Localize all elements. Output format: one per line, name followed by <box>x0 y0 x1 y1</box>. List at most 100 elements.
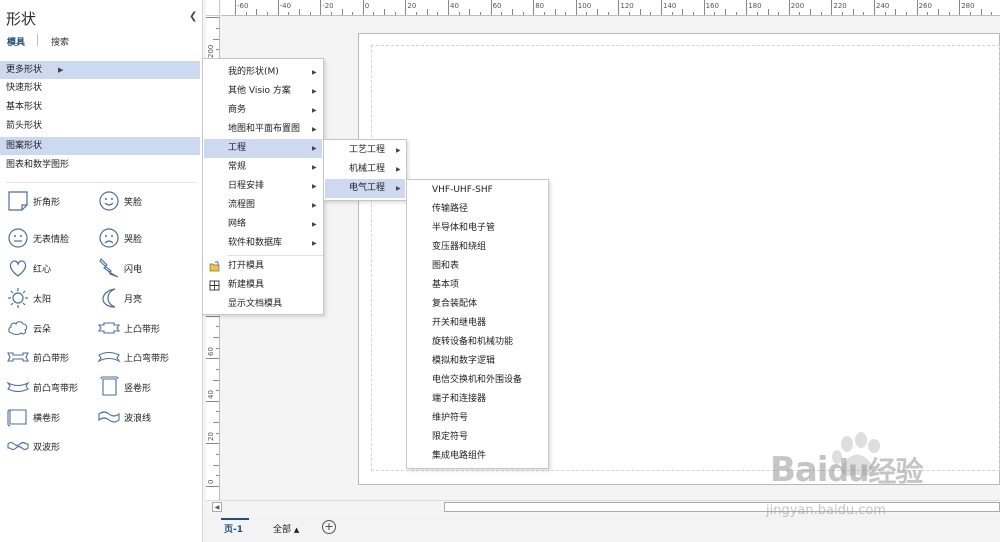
watermark-text: Baidu经验 <box>770 450 923 490</box>
ruler-major-tick <box>533 0 535 15</box>
tab-all-pages[interactable]: 全部 ▲ <box>273 522 299 535</box>
menu-item-vhf-uhf-shf[interactable]: VHF-UHF-SHF <box>408 181 547 200</box>
shapes-pane: 形状 ❮ 模具 搜索 更多形状 ▶ 快速形状 基本形状 箭头形状 图案形状 图表… <box>0 0 203 542</box>
menu-item-software-database[interactable]: 软件和数据库 ▶ <box>204 234 322 253</box>
menu-item-network[interactable]: 网络 ▶ <box>204 215 322 234</box>
ruler-minor-tick <box>384 9 386 15</box>
ruler-minor-tick <box>799 12 801 15</box>
menu-item-label: 流程图 <box>228 200 256 210</box>
shape-sun[interactable]: 太阳 <box>6 286 101 310</box>
ruler-minor-tick <box>905 12 907 15</box>
menu-item-maintenance-symbols[interactable]: 维护符号 <box>408 409 547 428</box>
menu-item-semiconductors[interactable]: 半导体和电子管 <box>408 219 547 238</box>
menu-item-my-shapes[interactable]: 我的形状(M) ▶ <box>204 63 322 82</box>
menu-item-maps-floorplans[interactable]: 地图和平面布置图 ▶ <box>204 120 322 139</box>
ruler-minor-tick <box>437 12 439 15</box>
menu-item-process-engineering[interactable]: 工艺工程 ▶ <box>325 141 405 160</box>
open-stencil-icon <box>209 261 220 272</box>
ruler-minor-tick <box>895 9 897 15</box>
category-arrow-shapes[interactable]: 箭头形状 <box>0 117 200 135</box>
tab-stencils[interactable]: 模具 <box>7 35 25 48</box>
menu-item-telecom-switching[interactable]: 电信交换机和外围设备 <box>408 371 547 390</box>
tab-search[interactable]: 搜索 <box>51 35 69 48</box>
shape-label: 笑脸 <box>124 198 143 208</box>
shape-ribbon-up[interactable]: 上凸带形 <box>97 316 192 340</box>
double-wave-icon <box>7 441 29 451</box>
ruler-minor-tick <box>767 9 769 15</box>
shape-label: 红心 <box>33 265 52 275</box>
menu-item-engineering[interactable]: 工程 ▶ <box>204 139 322 158</box>
menu-item-transmission-paths[interactable]: 传输路径 <box>408 200 547 219</box>
shape-double-wave[interactable]: 双波形 <box>6 434 101 458</box>
shape-lightning[interactable]: 闪电 <box>97 256 192 280</box>
pane-title: 形状 <box>6 10 37 28</box>
shape-moon[interactable]: 月亮 <box>97 286 192 310</box>
ruler-label: 120 <box>620 2 634 10</box>
menu-item-analog-digital-logic[interactable]: 模拟和数字逻辑 <box>408 352 547 371</box>
shape-cloud[interactable]: 云朵 <box>6 316 101 340</box>
menu-item-fundamental-items[interactable]: 基本项 <box>408 276 547 295</box>
ruler-minor-tick <box>863 12 865 15</box>
category-quick-shapes[interactable]: 快速形状 <box>0 79 200 97</box>
shape-vertical-scroll[interactable]: 竖卷形 <box>97 375 192 399</box>
menu-item-schedule[interactable]: 日程安排 ▶ <box>204 177 322 196</box>
shape-smiley-face[interactable]: 笑脸 <box>97 189 192 213</box>
menu-item-show-doc-stencil[interactable]: 显示文档模具 <box>204 295 322 314</box>
menu-item-transformers[interactable]: 变压器和绕组 <box>408 238 547 257</box>
menu-item-flowchart[interactable]: 流程图 ▶ <box>204 196 322 215</box>
shape-neutral-face[interactable]: 无表情脸 <box>6 226 101 250</box>
shape-label: 上凸带形 <box>124 325 161 335</box>
ruler-label: -40 <box>279 2 292 10</box>
menu-item-charts-tables[interactable]: 图和表 <box>408 257 547 276</box>
menu-item-open-stencil[interactable]: 打开模具 <box>204 257 322 276</box>
menu-item-switches-relays[interactable]: 开关和继电器 <box>408 314 547 333</box>
scroll-left-icon[interactable]: ◀ <box>212 502 222 512</box>
menu-item-qualifying-symbols[interactable]: 限定符号 <box>408 428 547 447</box>
ruler-major-tick <box>405 0 407 15</box>
shape-heart[interactable]: 红心 <box>6 256 101 280</box>
ruler-minor-tick <box>629 12 631 15</box>
watermark-url: jingyan.baidu.com <box>766 503 886 518</box>
menu-item-other-visio[interactable]: 其他 Visio 方案 ▶ <box>204 82 322 101</box>
category-more-shapes[interactable]: 更多形状 ▶ <box>0 61 200 79</box>
ruler-minor-tick <box>298 9 300 15</box>
shape-curved-ribbon-down[interactable]: 前凸弯带形 <box>6 375 101 399</box>
menu-item-label: 电气工程 <box>349 183 386 193</box>
ruler-major-tick <box>575 0 577 15</box>
add-page-button[interactable]: + <box>322 520 336 534</box>
category-chart-math-shapes[interactable]: 图表和数学图形 <box>0 156 200 174</box>
shape-curved-ribbon-up[interactable]: 上凸弯带形 <box>97 345 192 369</box>
ruler-minor-tick <box>213 464 219 466</box>
ruler-label: 220 <box>833 2 847 10</box>
shape-ribbon-down[interactable]: 前凸带形 <box>6 345 101 369</box>
category-pattern-shapes[interactable]: 图案形状 <box>0 137 200 155</box>
shape-wave[interactable]: 波浪线 <box>97 405 192 429</box>
menu-item-new-stencil[interactable]: 新建模具 <box>204 276 322 295</box>
menu-item-terminals-connectors[interactable]: 端子和连接器 <box>408 390 547 409</box>
menu-item-business[interactable]: 商务 ▶ <box>204 101 322 120</box>
ruler-major-tick <box>206 486 219 487</box>
ruler-minor-tick <box>650 12 652 15</box>
shape-horizontal-scroll[interactable]: 横卷形 <box>6 405 101 429</box>
ruler-major-tick <box>746 0 748 15</box>
menu-item-composite-assemblies[interactable]: 复合装配体 <box>408 295 547 314</box>
chevron-right-icon: ▶ <box>312 107 317 114</box>
ruler-minor-tick <box>469 9 471 15</box>
ruler-minor-tick <box>682 9 684 15</box>
menu-item-electrical-engineering[interactable]: 电气工程 ▶ <box>325 179 405 198</box>
menu-item-rotating-equipment[interactable]: 旋转设备和机械功能 <box>408 333 547 352</box>
menu-item-mechanical-engineering[interactable]: 机械工程 ▶ <box>325 160 405 179</box>
menu-item-general[interactable]: 常规 ▶ <box>204 158 322 177</box>
ruler-label: 100 <box>577 2 592 10</box>
ruler-major-tick <box>703 0 705 15</box>
shape-folded-corner[interactable]: 折角形 <box>6 189 101 213</box>
collapse-pane-icon[interactable]: ❮ <box>189 11 197 22</box>
ruler-minor-tick <box>216 326 219 328</box>
tab-page-1[interactable]: 页-1 <box>224 522 243 535</box>
ruler-label: 240 <box>876 2 890 10</box>
shape-sad-face[interactable]: 哭脸 <box>97 226 192 250</box>
menu-item-integrated-circuits[interactable]: 集成电路组件 <box>408 447 547 466</box>
horizontal-ruler: -60 -40 -20 0 20 40 60 80 100 120 140 160 180 200 220 2… <box>221 0 1000 16</box>
category-basic-shapes[interactable]: 基本形状 <box>0 98 200 116</box>
ruler-major-tick <box>362 0 364 15</box>
